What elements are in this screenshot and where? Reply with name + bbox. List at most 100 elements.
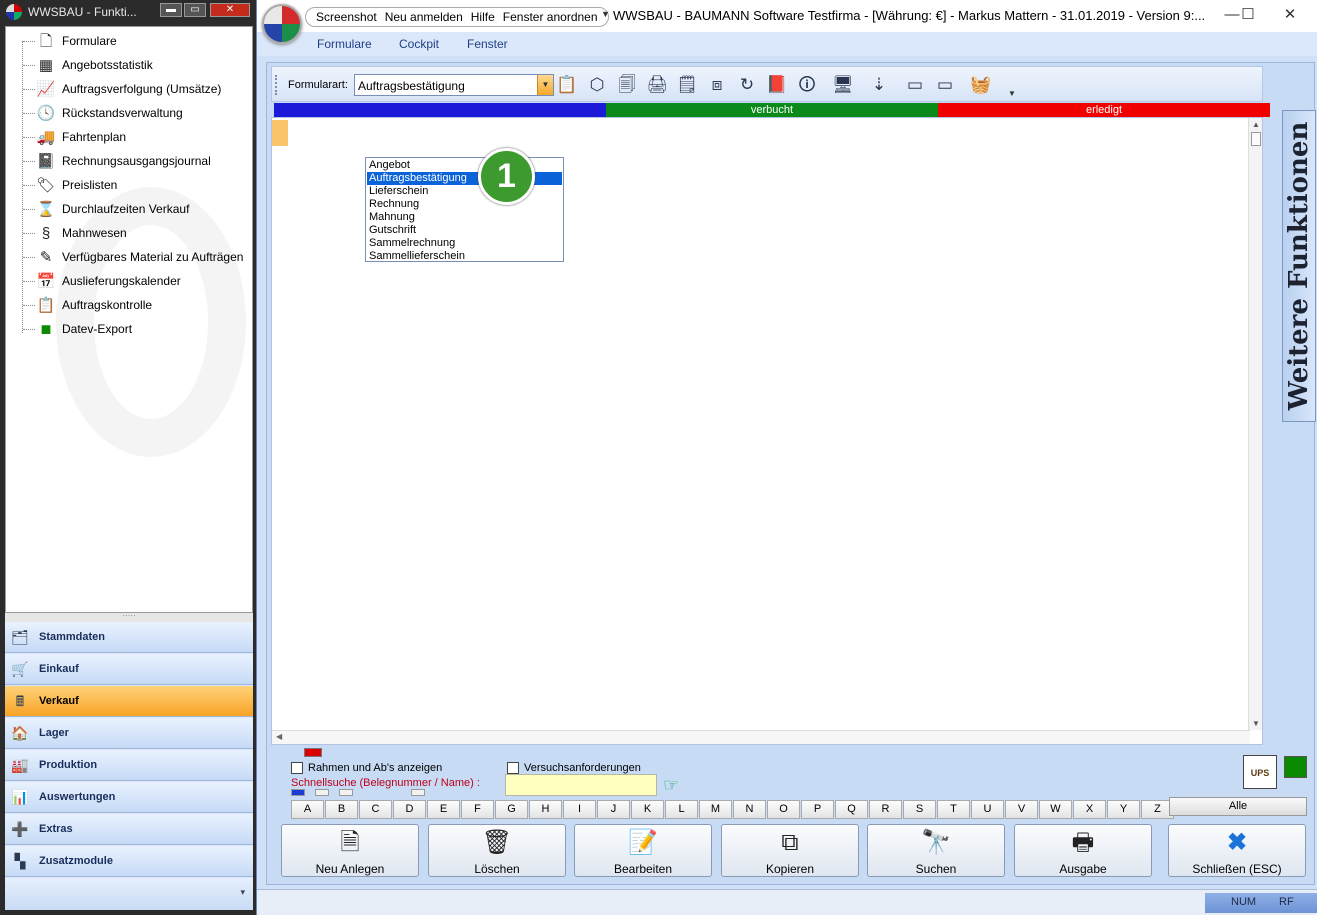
dropdown-option[interactable]: Mahnung [367, 211, 562, 224]
letter-filter-g[interactable]: G [495, 800, 528, 819]
tree-item[interactable]: § Mahnwesen [20, 222, 250, 244]
weitere-funktionen-tab[interactable]: Weitere Funktionen [1282, 110, 1316, 422]
letter-filter-n[interactable]: N [733, 800, 766, 819]
quick-fenster-anordnen[interactable]: Fenster anordnen [503, 10, 598, 24]
info-doc-icon[interactable]: 🛈 [795, 73, 819, 97]
toolbar-overflow-icon[interactable]: ▼ [1008, 89, 1016, 98]
nav-stammdaten[interactable]: 🗂 Stammdaten [5, 622, 253, 653]
page-bottom-icon[interactable]: ▭ [903, 73, 927, 97]
vertical-scrollbar[interactable]: ▲ ▼ [1248, 118, 1262, 730]
letter-filter-i[interactable]: I [563, 800, 596, 819]
maximize-button[interactable]: ☐ [1233, 4, 1263, 26]
bearbeiten-button[interactable]: 📝 Bearbeiten [574, 824, 712, 877]
letter-filter-w[interactable]: W [1039, 800, 1072, 819]
letter-filter-c[interactable]: C [359, 800, 392, 819]
horizontal-scrollbar[interactable]: ◀ [272, 730, 1250, 744]
schliessen-button[interactable]: ✖ Schließen (ESC) [1168, 824, 1306, 877]
monitor-icon[interactable]: 🖥 [831, 73, 855, 97]
rahmen-checkbox[interactable] [291, 762, 303, 774]
alle-button[interactable]: Alle [1169, 797, 1307, 816]
cube-edit-icon[interactable]: ⧈ [705, 73, 729, 97]
nav-lager[interactable]: 🏠 Lager [5, 718, 253, 749]
letter-filter-h[interactable]: H [529, 800, 562, 819]
sort-down-icon[interactable]: ⇣ [867, 73, 891, 97]
green-status-indicator[interactable] [1284, 756, 1307, 778]
dropdown-option[interactable]: Gutschrift [367, 224, 562, 237]
neu-anlegen-button[interactable]: 🗎 Neu Anlegen [281, 824, 419, 877]
refresh-clock-icon[interactable]: ↻ [735, 73, 759, 97]
page-top-icon[interactable]: ▭ [933, 73, 957, 97]
letter-filter-k[interactable]: K [631, 800, 664, 819]
letter-filter-o[interactable]: O [767, 800, 800, 819]
restore-button[interactable]: ▭ [184, 3, 206, 17]
tree-item[interactable]: ⌛ Durchlaufzeiten Verkauf [20, 198, 250, 220]
letter-filter-a[interactable]: A [291, 800, 324, 819]
letter-filter-f[interactable]: F [461, 800, 494, 819]
nav-verkauf[interactable]: 🖩 Verkauf [5, 686, 253, 717]
scroll-thumb[interactable] [1251, 132, 1261, 146]
tree-item[interactable]: 🗋 Formulare [20, 30, 250, 52]
letter-filter-y[interactable]: Y [1107, 800, 1140, 819]
letter-filter-x[interactable]: X [1073, 800, 1106, 819]
book-delete-icon[interactable]: 📕 [765, 73, 789, 97]
nav-zusatzmodule[interactable]: ▚ Zusatzmodule [5, 846, 253, 877]
dropdown-option[interactable]: Sammelrechnung [367, 237, 562, 250]
nav-produktion[interactable]: 🏭 Produktion [5, 750, 253, 781]
basket-icon[interactable]: 🧺 [969, 73, 993, 97]
document-lines-icon[interactable]: 🗒 [675, 73, 699, 97]
menu-fenster[interactable]: Fenster [467, 37, 508, 51]
letter-filter-m[interactable]: M [699, 800, 732, 819]
letter-filter-u[interactable]: U [971, 800, 1004, 819]
menu-cockpit[interactable]: Cockpit [399, 37, 439, 51]
clipboard-icon[interactable]: 📋 [555, 73, 579, 97]
minimize-button[interactable]: ▬ [160, 3, 182, 17]
letter-filter-d[interactable]: D [393, 800, 426, 819]
loeschen-button[interactable]: 🗑 Löschen [428, 824, 566, 877]
tree-item[interactable]: 🏷 Preislisten [20, 174, 250, 196]
chevron-down-icon[interactable]: ▼ [537, 75, 553, 95]
tree-item[interactable]: 📅 Auslieferungskalender [20, 270, 250, 292]
copy-docs-icon[interactable]: 🗐 [615, 73, 639, 97]
dropdown-option[interactable]: Sammellieferschein [367, 250, 562, 263]
tree-item[interactable]: 📈 Auftragsverfolgung (Umsätze) [20, 78, 250, 100]
quick-hilfe[interactable]: Hilfe [471, 10, 495, 24]
letter-filter-l[interactable]: L [665, 800, 698, 819]
nav-auswertungen[interactable]: 📊 Auswertungen [5, 782, 253, 813]
tree-item[interactable]: 🕓 Rückstandsverwaltung [20, 102, 250, 124]
kopieren-button[interactable]: ⧉ Kopieren [721, 824, 859, 877]
toolbar-grip[interactable] [275, 75, 278, 95]
tree-item[interactable]: 📋 Auftragskontrolle [20, 294, 250, 316]
nav-extras[interactable]: ➕ Extras [5, 814, 253, 845]
letter-filter-q[interactable]: Q [835, 800, 868, 819]
tree-item[interactable]: ■ Datev-Export [20, 318, 250, 340]
letter-filter-e[interactable]: E [427, 800, 460, 819]
ups-search-icon[interactable]: UPS [1243, 755, 1277, 789]
scroll-up-icon[interactable]: ▲ [1252, 120, 1260, 129]
nav-einkauf[interactable]: 🛒 Einkauf [5, 654, 253, 685]
printer-stack-icon[interactable]: 🖨 [645, 73, 669, 97]
pointing-hand-icon[interactable]: ☞ [663, 774, 695, 796]
schnellsuche-input[interactable] [505, 774, 657, 796]
box-3d-icon[interactable]: ⬡ [585, 73, 609, 97]
tree-item[interactable]: 📓 Rechnungsausgangsjournal [20, 150, 250, 172]
quick-neu-anmelden[interactable]: Neu anmelden [385, 10, 463, 24]
tree-item[interactable]: ▦ Angebotsstatistik [20, 54, 250, 76]
dropdown-option[interactable]: Rechnung [367, 198, 562, 211]
versuch-checkbox[interactable] [507, 762, 519, 774]
quick-access-dropdown-icon[interactable]: ▼ [601, 9, 610, 19]
ausgabe-button[interactable]: 🖶 Ausgabe [1014, 824, 1152, 877]
nav-more-button[interactable]: ▾ [5, 878, 253, 910]
formularart-select[interactable]: Auftragsbestätigung ▼ [354, 74, 554, 96]
letter-filter-j[interactable]: J [597, 800, 630, 819]
menu-formulare[interactable]: Formulare [317, 37, 372, 51]
scroll-down-icon[interactable]: ▼ [1252, 719, 1260, 728]
close-button[interactable]: ✕ [1275, 4, 1305, 26]
function-window-titlebar[interactable]: WWSBAU - Funkti... ▬ ▭ ✕ [0, 0, 256, 24]
letter-filter-r[interactable]: R [869, 800, 902, 819]
quick-screenshot[interactable]: Screenshot [316, 10, 377, 24]
app-logo-icon[interactable] [262, 4, 302, 44]
letter-filter-p[interactable]: P [801, 800, 834, 819]
tree-item[interactable]: 🚚 Fahrtenplan [20, 126, 250, 148]
letter-filter-v[interactable]: V [1005, 800, 1038, 819]
suchen-button[interactable]: 🔭 Suchen [867, 824, 1005, 877]
